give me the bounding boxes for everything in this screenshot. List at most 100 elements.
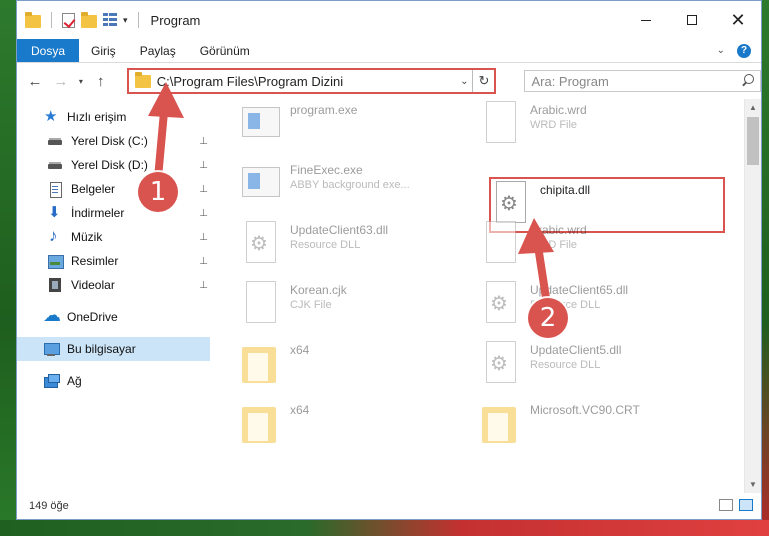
doc-icon: [480, 219, 520, 267]
file-name: FineExec.exe: [290, 163, 363, 177]
file-item[interactable]: UpdateClient63.dll Resource DLL: [240, 219, 480, 277]
file-item[interactable]: UpdateClient5.dll Resource DLL: [480, 339, 720, 397]
file-name: Korean.cjk: [290, 283, 347, 297]
network-icon: [43, 373, 60, 389]
document-icon: [47, 181, 63, 198]
folder-icon: [240, 399, 280, 447]
tab-dosya[interactable]: Dosya: [17, 39, 80, 62]
forward-button[interactable]: →: [53, 73, 69, 90]
file-name: x64: [290, 343, 310, 357]
pin-icon[interactable]: ⊥: [199, 256, 208, 267]
vertical-scrollbar[interactable]: ▲ ▼: [744, 99, 761, 493]
toolbar-separator: [51, 12, 52, 28]
tab-paylas[interactable]: Paylaş: [128, 39, 188, 62]
file-type: WRD File: [530, 119, 578, 131]
status-bar: 149 öğe: [17, 493, 761, 519]
file-item[interactable]: x64: [240, 399, 480, 457]
close-icon: ✕: [730, 10, 746, 30]
explorer-window: ▾ Program ✕ Dosya Giriş Paylaş Görünüm ⌄…: [16, 0, 762, 520]
computer-icon: [43, 341, 60, 357]
file-item[interactable]: Microsoft.VC90.CRT: [480, 399, 720, 457]
pictures-icon: [47, 253, 64, 269]
sidebar-item-local-disk-c[interactable]: Yerel Disk (C:) ⊥: [17, 129, 210, 153]
sidebar-item-documents[interactable]: Belgeler ⊥: [17, 177, 210, 201]
help-icon[interactable]: ?: [737, 43, 751, 58]
address-bar[interactable]: C:\Program Files\Program Dizini ⌄ ↻: [126, 68, 497, 94]
pin-icon[interactable]: ⊥: [199, 208, 208, 219]
file-item[interactable]: FineExec.exe ABBY background exe...: [240, 159, 480, 217]
sidebar-item-label: Resimler: [71, 254, 119, 268]
file-type: Resource DLL: [290, 239, 361, 251]
large-icons-view-icon[interactable]: [739, 499, 753, 511]
file-type: CJK File: [290, 299, 332, 311]
sidebar-item-label: Yerel Disk (C:): [71, 134, 148, 148]
file-item[interactable]: UpdateClient65.dllResource DLL: [480, 279, 720, 337]
recent-locations-icon[interactable]: ▾: [79, 77, 83, 86]
sidebar-item-downloads[interactable]: İndirmeler ⊥: [17, 201, 210, 225]
scrollbar-thumb[interactable]: [747, 117, 759, 165]
file-item[interactable]: Korean.cjk CJK File: [240, 279, 480, 337]
main-area: Hızlı erişim Yerel Disk (C:) ⊥ Yerel Dis…: [17, 99, 761, 493]
qat-dropdown-icon[interactable]: ▾: [123, 15, 128, 26]
minimize-button[interactable]: [623, 1, 669, 39]
pin-icon[interactable]: ⊥: [199, 160, 208, 171]
new-folder-icon[interactable]: [81, 11, 97, 28]
exe-icon: [240, 159, 280, 207]
minimize-icon: [641, 19, 651, 21]
sidebar-item-onedrive[interactable]: OneDrive: [17, 305, 210, 329]
search-icon[interactable]: [740, 74, 755, 88]
details-view-icon[interactable]: [719, 499, 733, 511]
pin-icon[interactable]: ⊥: [199, 136, 208, 147]
navigation-pane: Hızlı erişim Yerel Disk (C:) ⊥ Yerel Dis…: [17, 99, 210, 493]
up-button[interactable]: ↑: [93, 73, 109, 90]
sidebar-item-this-pc[interactable]: Bu bilgisayar: [17, 337, 210, 361]
videos-icon: [47, 277, 63, 293]
file-name: x64: [290, 403, 310, 417]
refresh-button[interactable]: ↻: [472, 70, 494, 92]
back-button[interactable]: ←: [27, 73, 43, 90]
tab-gorunum[interactable]: Görünüm: [188, 39, 262, 62]
file-name: UpdateClient5.dll: [530, 343, 622, 357]
file-name: Arabic.wrd: [530, 223, 587, 237]
scroll-down-icon[interactable]: ▼: [745, 476, 761, 493]
pin-icon[interactable]: ⊥: [199, 184, 208, 195]
pin-icon[interactable]: ⊥: [199, 232, 208, 243]
doc-icon: [240, 279, 280, 327]
sidebar-item-network[interactable]: Ağ: [17, 369, 210, 393]
scroll-up-icon[interactable]: ▲: [745, 99, 761, 116]
sidebar-item-music[interactable]: Müzik ⊥: [17, 225, 210, 249]
dll-icon: [240, 219, 280, 267]
sidebar-item-label: İndirmeler: [71, 206, 125, 220]
folder-icon: [480, 399, 520, 447]
file-name: UpdateClient65.dll: [530, 283, 629, 297]
file-item[interactable]: Arabic.wrd WRD File: [480, 219, 720, 277]
search-input[interactable]: Ara: Program: [524, 70, 762, 92]
expand-ribbon-icon[interactable]: ⌄: [717, 45, 725, 56]
address-path[interactable]: C:\Program Files\Program Dizini: [157, 74, 343, 89]
search-placeholder: Ara: Program: [531, 73, 609, 89]
toolbar-separator: [137, 12, 139, 28]
tab-giris[interactable]: Giriş: [79, 39, 128, 62]
sidebar-item-quick-access[interactable]: Hızlı erişim: [17, 105, 210, 129]
file-list: program.exe Arabic.wrd WRD File FineExec.…: [210, 99, 761, 493]
maximize-button[interactable]: [669, 1, 715, 39]
window-title: Program: [150, 12, 201, 28]
sidebar-item-pictures[interactable]: Resimler ⊥: [17, 249, 210, 273]
close-button[interactable]: ✕: [715, 1, 761, 39]
file-name: UpdateClient63.dll: [290, 223, 389, 237]
folder-icon: [134, 72, 151, 88]
desktop-background-left: [0, 0, 16, 536]
pin-icon[interactable]: ⊥: [199, 280, 208, 291]
chevron-down-icon[interactable]: ⌄: [460, 76, 468, 87]
file-name: program.exe: [290, 103, 358, 117]
sidebar-item-videos[interactable]: Videolar ⊥: [17, 273, 210, 297]
properties-check-icon[interactable]: [62, 12, 75, 28]
file-item[interactable]: program.exe: [240, 99, 480, 157]
sidebar-item-local-disk-d[interactable]: Yerel Disk (D:) ⊥: [17, 153, 210, 177]
file-item[interactable]: Arabic.wrd WRD File: [480, 99, 720, 157]
customize-icon[interactable]: [103, 13, 117, 27]
file-item[interactable]: x64: [240, 339, 480, 397]
cloud-icon: [43, 305, 61, 326]
folder-icon: [25, 11, 41, 28]
